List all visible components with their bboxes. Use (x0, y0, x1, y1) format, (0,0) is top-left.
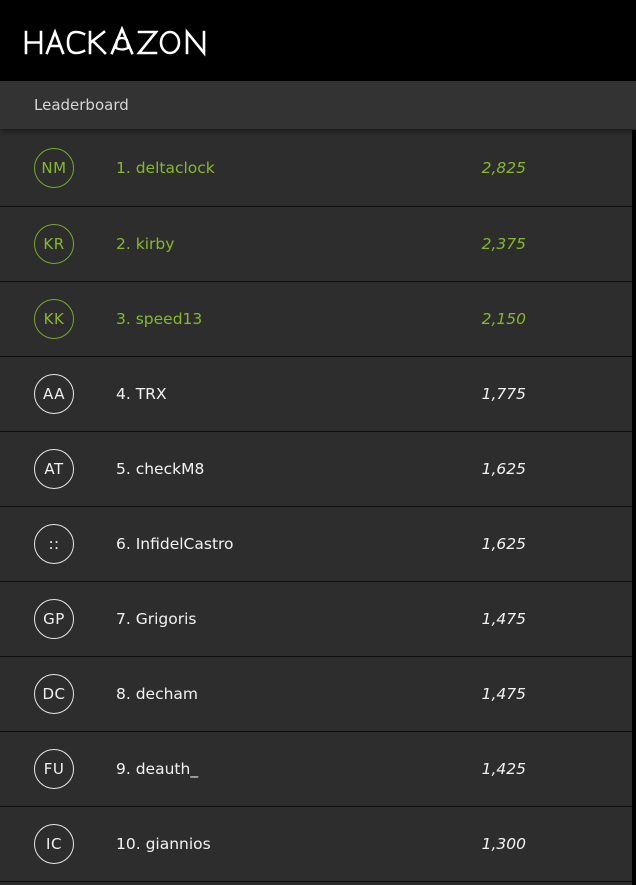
leaderboard-row[interactable]: NM 1. deltaclock 2,825 (0, 130, 632, 207)
player-score: 1,475 (481, 610, 526, 628)
player-score: 1,300 (481, 835, 526, 853)
player-name[interactable]: 1. deltaclock (116, 159, 215, 177)
leaderboard-row[interactable]: KK 3. speed13 2,150 (0, 282, 632, 357)
player-name[interactable]: 5. checkM8 (116, 460, 204, 478)
top-bar (0, 0, 636, 81)
leaderboard-row[interactable]: FU 9. deauth_ 1,425 (0, 732, 632, 807)
avatar[interactable]: KK (34, 299, 74, 339)
player-score: 1,775 (481, 385, 526, 403)
leaderboard-row[interactable]: AT 5. checkM8 1,625 (0, 432, 632, 507)
leaderboard-row[interactable]: AA 4. TRX 1,775 (0, 357, 632, 432)
avatar[interactable]: AA (34, 374, 74, 414)
player-score: 1,625 (481, 535, 526, 553)
hackazon-logo-icon (24, 26, 206, 57)
player-score: 1,475 (481, 685, 526, 703)
player-score: 2,825 (481, 159, 526, 177)
avatar[interactable]: GP (34, 599, 74, 639)
hackazon-logo[interactable] (24, 26, 224, 58)
leaderboard-row[interactable]: IC 10. giannios 1,300 (0, 807, 632, 882)
player-name[interactable]: 7. Grigoris (116, 610, 196, 628)
leaderboard-header: Leaderboard (0, 81, 636, 129)
player-name[interactable]: 8. decham (116, 685, 198, 703)
player-name[interactable]: 3. speed13 (116, 310, 202, 328)
leaderboard-row[interactable]: DC 8. decham 1,475 (0, 657, 632, 732)
avatar[interactable]: IC (34, 824, 74, 864)
leaderboard-row[interactable]: KR 2. kirby 2,375 (0, 207, 632, 282)
scrollbar-track[interactable] (632, 130, 636, 885)
avatar[interactable]: KR (34, 224, 74, 264)
avatar[interactable]: NM (34, 148, 74, 188)
player-score: 1,425 (481, 760, 526, 778)
player-score: 1,625 (481, 460, 526, 478)
player-name[interactable]: 9. deauth_ (116, 760, 198, 778)
section-title: Leaderboard (34, 96, 129, 114)
player-name[interactable]: 4. TRX (116, 385, 167, 403)
avatar[interactable]: FU (34, 749, 74, 789)
leaderboard-row[interactable]: :: 6. InfidelCastro 1,625 (0, 507, 632, 582)
player-name[interactable]: 6. InfidelCastro (116, 535, 234, 553)
app-window: Leaderboard NM 1. deltaclock 2,825 KR 2. kir… (0, 0, 636, 885)
leaderboard-list: NM 1. deltaclock 2,825 KR 2. kirby 2,375 KK 3. … (0, 130, 632, 882)
player-name[interactable]: 10. giannios (116, 835, 211, 853)
avatar[interactable]: AT (34, 449, 74, 489)
leaderboard-row[interactable]: GP 7. Grigoris 1,475 (0, 582, 632, 657)
player-score: 2,375 (481, 235, 526, 253)
player-name[interactable]: 2. kirby (116, 235, 174, 253)
player-score: 2,150 (481, 310, 526, 328)
avatar[interactable]: DC (34, 674, 74, 714)
avatar[interactable]: :: (34, 524, 74, 564)
